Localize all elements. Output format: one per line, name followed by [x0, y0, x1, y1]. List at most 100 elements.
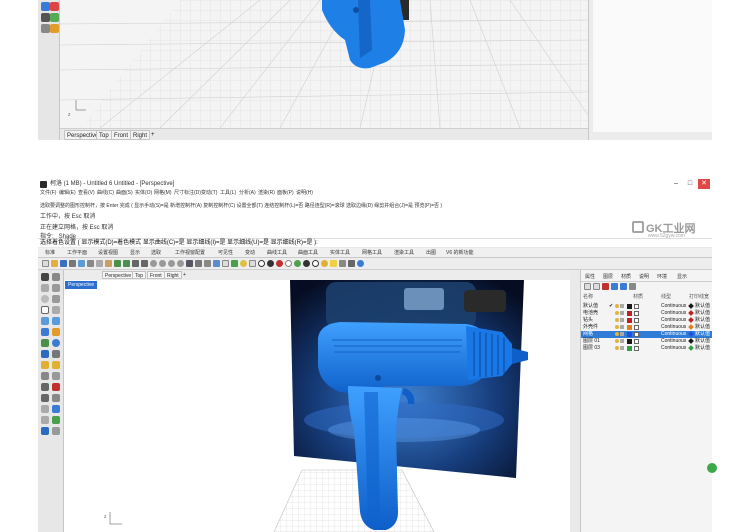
new-sublayer-icon[interactable] [593, 283, 600, 290]
solid-tool-icon[interactable] [41, 328, 49, 336]
tab-right[interactable]: Right [164, 271, 182, 279]
layer-print-width[interactable]: 默认值 [695, 338, 710, 345]
tab-materials[interactable]: 材质 [621, 273, 631, 281]
shaded-sphere-icon[interactable] [267, 260, 274, 267]
lock-icon[interactable] [620, 325, 624, 329]
layer-linetype[interactable]: Continuous [661, 338, 686, 345]
lock-icon[interactable] [620, 311, 624, 315]
redo-icon[interactable] [123, 260, 130, 267]
tab-right[interactable]: Right [130, 130, 151, 140]
render-tool-icon[interactable] [52, 416, 60, 424]
print-color-icon[interactable] [688, 303, 694, 309]
floating-help-button[interactable] [707, 463, 717, 473]
import-icon[interactable] [78, 260, 85, 267]
layer-linetype[interactable]: Continuous [661, 345, 686, 352]
undo-icon[interactable] [114, 260, 121, 267]
trim-tool-icon[interactable] [52, 383, 60, 391]
tab-viewport-layout[interactable]: 工作视窗配置 [175, 248, 205, 258]
layer-print-width[interactable]: 默认值 [695, 345, 710, 352]
filter-icon[interactable] [629, 283, 636, 290]
tab-layers[interactable]: 图层 [603, 273, 613, 281]
menu-help[interactable]: 说明(H) [296, 189, 313, 198]
layer-material-swatch[interactable] [634, 311, 639, 316]
grid-snap-icon[interactable] [204, 260, 211, 267]
tab-properties[interactable]: 属性 [585, 273, 595, 281]
tab-curve-tools[interactable]: 曲线工具 [267, 248, 287, 258]
lock-icon[interactable] [620, 346, 624, 350]
layer-row[interactable]: 图层 01 Continuous 默认值 [581, 338, 712, 345]
layer-color-swatch[interactable] [627, 339, 632, 344]
snapshot-icon[interactable] [339, 260, 346, 267]
layer-material-swatch[interactable] [634, 304, 639, 309]
material-icon[interactable] [240, 260, 247, 267]
move-down-icon[interactable] [620, 283, 627, 290]
tab-standard[interactable]: 标准 [45, 248, 55, 258]
polyline-tool-icon[interactable] [41, 284, 49, 292]
tab-visibility[interactable]: 可见性 [218, 248, 233, 258]
lock-icon[interactable] [620, 339, 624, 343]
pan-icon[interactable] [132, 260, 139, 267]
technical-sphere-icon[interactable] [303, 260, 310, 267]
layer-row[interactable]: 图层 03 Continuous 默认值 [581, 345, 712, 352]
layer-material-swatch[interactable] [634, 339, 639, 344]
move-up-icon[interactable] [611, 283, 618, 290]
cut-icon[interactable] [87, 260, 94, 267]
tab-perspective[interactable]: Perspective [102, 271, 135, 279]
layer-material-swatch[interactable] [634, 325, 639, 330]
layer-color-swatch[interactable] [627, 304, 632, 309]
menu-panels[interactable]: 面板(P) [277, 189, 294, 198]
join-tool-icon[interactable] [52, 394, 60, 402]
menu-file[interactable]: 文件(F) [40, 189, 56, 198]
boolean-tool-icon[interactable] [41, 350, 49, 358]
menu-dimension[interactable]: 尺寸标注(D) [174, 189, 201, 198]
mirror-tool-icon[interactable] [52, 372, 60, 380]
cplane-icon[interactable] [195, 260, 202, 267]
layer-row[interactable]: 钻头 Continuous 默认值 [581, 317, 712, 324]
array-tool-icon[interactable] [41, 383, 49, 391]
light-icon[interactable] [330, 260, 337, 267]
print-color-icon[interactable] [688, 310, 694, 316]
point-tool-icon[interactable] [52, 273, 60, 281]
arc-tool-icon[interactable] [52, 295, 60, 303]
visibility-bulb-icon[interactable] [615, 325, 619, 329]
curve-tool-icon[interactable] [52, 284, 60, 292]
tab-front[interactable]: Front [111, 130, 132, 140]
group-tool-icon[interactable] [41, 427, 49, 435]
visibility-bulb-icon[interactable] [615, 318, 619, 322]
lock-icon[interactable] [620, 304, 624, 308]
visibility-bulb-icon[interactable] [615, 304, 619, 308]
menu-surface[interactable]: 曲面(S) [116, 189, 133, 198]
perspective-viewport[interactable]: Perspective z [64, 280, 580, 532]
tab-top[interactable]: Top [96, 130, 112, 140]
lock-icon[interactable] [620, 318, 624, 322]
tab-solid-tools[interactable]: 实体工具 [330, 248, 350, 258]
help-icon[interactable] [357, 260, 364, 267]
add-view-tab-button[interactable]: + [181, 271, 188, 279]
point-tool-icon[interactable] [50, 2, 59, 11]
layer-print-width[interactable]: 默认值 [695, 331, 710, 338]
layer-print-width[interactable]: 默认值 [695, 324, 710, 331]
zoom-icon[interactable] [150, 260, 157, 267]
layer-linetype[interactable]: Continuous [661, 324, 686, 331]
menu-mesh[interactable]: 网格(M) [154, 189, 172, 198]
new-file-icon[interactable] [42, 260, 49, 267]
analyze-tool-icon[interactable] [41, 416, 49, 424]
select-tool-icon[interactable] [41, 273, 49, 281]
shade-icon[interactable] [222, 260, 229, 267]
minimize-button[interactable]: – [670, 179, 682, 189]
top-perspective-viewport[interactable]: z [60, 0, 588, 128]
curve-tool-icon[interactable] [41, 24, 50, 33]
layer-print-width[interactable]: 默认值 [695, 310, 710, 317]
print-color-icon[interactable] [688, 317, 694, 323]
artistic-sphere-icon[interactable] [312, 260, 319, 267]
tab-mesh-tools[interactable]: 网格工具 [362, 248, 382, 258]
lock-icon[interactable] [620, 332, 624, 336]
layer-linetype[interactable]: Continuous [661, 303, 686, 310]
tab-top[interactable]: Top [132, 271, 147, 279]
layer-material-swatch[interactable] [634, 318, 639, 323]
layer-row[interactable]: 网格 Continuous 默认值 [581, 331, 712, 338]
select-tool-icon[interactable] [41, 2, 50, 11]
tab-set-view[interactable]: 设置视图 [98, 248, 118, 258]
visibility-bulb-icon[interactable] [615, 339, 619, 343]
sphere-tool-icon[interactable] [52, 339, 60, 347]
